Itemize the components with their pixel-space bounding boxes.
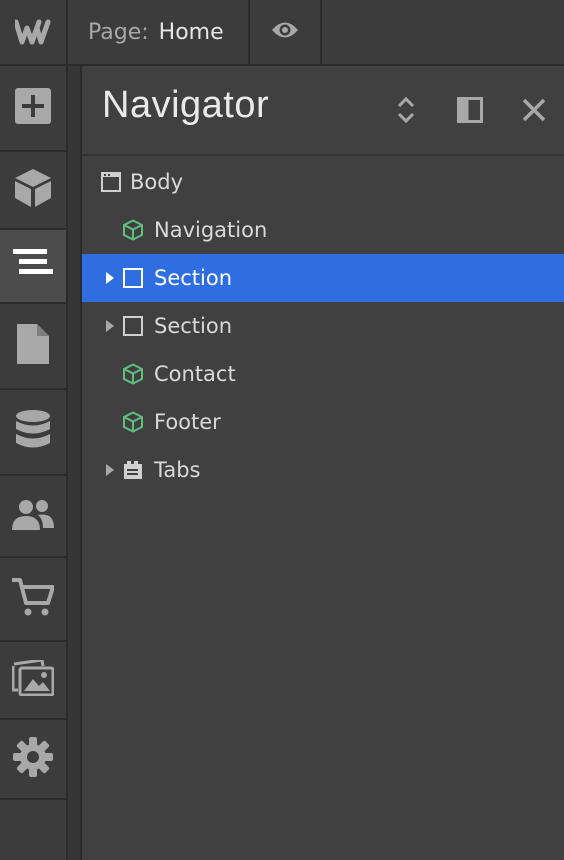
page-selector-label: Page: [88,19,149,45]
preview-button[interactable] [250,0,322,64]
tree-item-label: Footer [154,410,221,434]
assets-button[interactable] [0,642,66,720]
navigator-header: Navigator [82,66,564,156]
tabs-icon [122,459,144,481]
eye-icon [270,19,300,45]
tree-item-footer[interactable]: Footer [82,398,564,446]
components-button[interactable] [0,152,66,230]
expand-collapse-button[interactable] [388,94,424,130]
users-icon [12,498,54,534]
page-selector-value: Home [158,19,224,45]
panel-separator [68,66,82,860]
symbol-cube-icon [122,363,144,385]
navigator-title: Navigator [102,84,270,126]
tree-item-body[interactable]: Body [82,158,564,206]
tree-item-section[interactable]: Section [82,302,564,350]
add-elements-button[interactable] [0,66,66,152]
pages-icon [17,324,49,368]
navigator-button[interactable] [0,230,66,304]
section-square-icon [122,315,144,337]
ecommerce-cart-icon [12,577,55,621]
expand-collapse-icon [397,95,415,129]
users-button[interactable] [0,476,66,558]
navigator-panel: Navigator Body Navigation Section Sectio… [82,66,564,860]
tree-item-label: Section [154,314,233,338]
close-panel-button[interactable] [516,94,552,130]
add-icon [14,87,52,129]
tree-item-label: Tabs [154,458,201,482]
left-toolbar [0,66,68,860]
page-selector[interactable]: Page: Home [68,0,250,64]
settings-gear-icon [13,737,53,781]
tree-item-contact[interactable]: Contact [82,350,564,398]
navigator-icon [13,249,53,283]
ecommerce-button[interactable] [0,558,66,642]
settings-button[interactable] [0,720,66,800]
cms-button[interactable] [0,390,66,476]
expand-caret-icon[interactable] [104,463,116,477]
cms-database-icon [16,410,50,454]
tree-item-label: Navigation [154,218,268,242]
tree-item-label: Body [130,170,184,194]
symbol-cube-icon [122,411,144,433]
body-window-icon [100,171,122,193]
pages-button[interactable] [0,304,66,390]
dock-panel-icon [457,97,483,127]
expand-caret-icon[interactable] [104,319,116,333]
tree-item-label: Section [154,266,233,290]
components-cube-icon [14,168,52,212]
tree-item-tabs[interactable]: Tabs [82,446,564,494]
tree-item-navigation[interactable]: Navigation [82,206,564,254]
dock-panel-button[interactable] [452,94,488,130]
webflow-logo-icon[interactable] [0,0,68,64]
section-square-icon [122,267,144,289]
top-bar: Page: Home [0,0,564,66]
tree-item-label: Contact [154,362,236,386]
close-icon [522,98,546,126]
assets-images-icon [11,658,55,700]
expand-caret-icon[interactable] [104,271,116,285]
symbol-cube-icon [122,219,144,241]
tree-item-section-selected[interactable]: Section [82,254,564,302]
